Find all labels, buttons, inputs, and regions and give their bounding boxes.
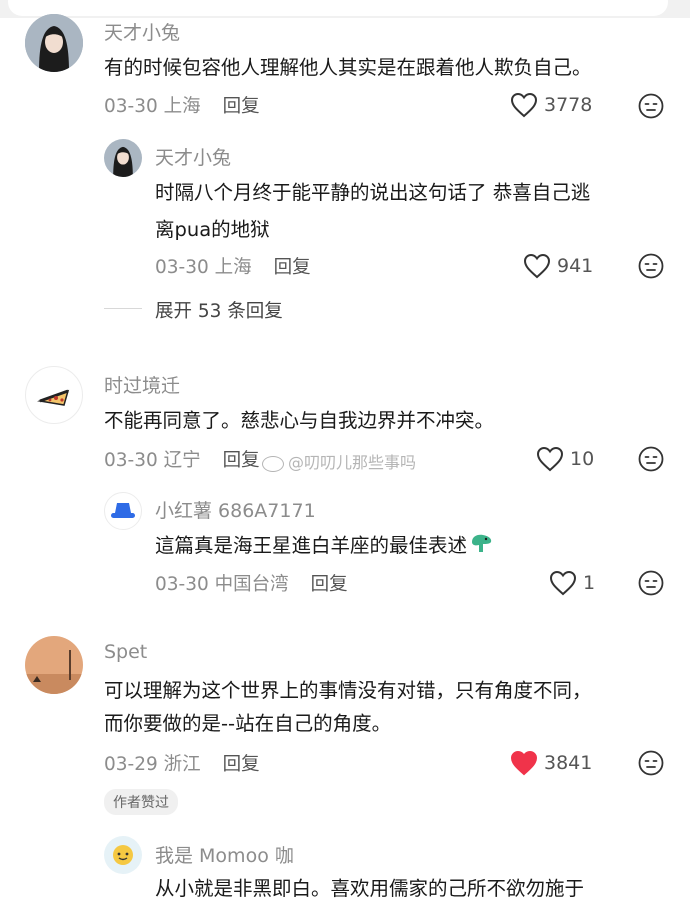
reply-text-line: 时隔八个月终于能平静的说出这句话了 恭喜自己逃 <box>155 181 591 204</box>
avatar-sunset-image <box>25 636 83 694</box>
like-button[interactable]: 941 <box>523 251 593 281</box>
heart-icon <box>510 92 538 118</box>
reply-button[interactable]: 回复 <box>223 754 260 775</box>
heart-icon <box>536 446 564 472</box>
like-button[interactable]: 3841 <box>510 748 592 778</box>
comment-date: 03-30 <box>104 96 158 117</box>
dislike-face-icon[interactable] <box>638 446 664 472</box>
heart-icon <box>549 570 577 596</box>
like-count: 1 <box>583 572 596 594</box>
dinosaur-emoji-icon <box>472 534 492 552</box>
like-count: 3841 <box>544 752 593 774</box>
comment-username[interactable]: 天才小兔 <box>104 18 180 45</box>
comment-username[interactable]: Spet <box>104 641 147 663</box>
reply-text: 這篇真是海王星進白羊座的最佳表述 <box>155 527 495 564</box>
comment-meta: 03-30 上海 回复 <box>104 92 260 118</box>
avatar[interactable] <box>104 836 142 874</box>
reply-button[interactable]: 回复 <box>223 450 260 471</box>
sheet-card <box>8 0 668 16</box>
reply-button[interactable]: 回复 <box>311 574 348 595</box>
avatar[interactable] <box>104 139 142 177</box>
heart-icon <box>523 253 551 279</box>
comment-meta: 03-29 浙江 回复 <box>104 750 260 776</box>
avatar[interactable] <box>25 366 83 424</box>
avatar-girl-image <box>104 139 142 177</box>
reply-meta: 03-30 上海 回复 <box>155 253 311 279</box>
reply-button[interactable]: 回复 <box>274 257 311 278</box>
reply-date: 03-30 <box>155 257 209 278</box>
expand-replies-button[interactable]: 展开 53 条回复 <box>155 297 283 323</box>
avatar[interactable] <box>25 14 83 72</box>
watermark: @叨叨儿那些事吗 <box>262 449 416 473</box>
avatar[interactable] <box>25 636 83 694</box>
dislike-face-icon[interactable] <box>638 253 664 279</box>
like-button[interactable]: 3778 <box>510 90 592 120</box>
comment-text-line: 而你要做的是--站在自己的角度。 <box>104 712 392 735</box>
dislike-face-icon[interactable] <box>638 93 664 119</box>
reply-button[interactable]: 回复 <box>223 96 260 117</box>
expand-divider <box>104 308 142 309</box>
pizza-icon <box>37 389 70 406</box>
comment-text-line: 可以理解为这个世界上的事情没有对错，只有角度不同， <box>104 679 592 702</box>
reply-username[interactable]: 我是 Momoo 咖 <box>155 841 294 868</box>
comment-location: 辽宁 <box>163 450 201 471</box>
author-liked-badge: 作者赞过 <box>104 789 178 815</box>
avatar-girl-image <box>25 14 83 72</box>
dislike-face-icon[interactable] <box>638 750 664 776</box>
reply-location: 中国台湾 <box>214 574 289 595</box>
dislike-face-icon[interactable] <box>638 570 664 596</box>
top-sheet-edge <box>0 0 690 18</box>
reply-meta: 03-30 中国台湾 回复 <box>155 570 348 596</box>
comment-location: 浙江 <box>163 754 201 775</box>
like-button[interactable]: 10 <box>536 444 594 474</box>
comment-date: 03-29 <box>104 754 158 775</box>
comment-username[interactable]: 时过境迁 <box>104 371 180 398</box>
reply-username[interactable]: 天才小兔 <box>155 143 231 170</box>
comment-text: 不能再同意了。慈悲心与自我边界并不冲突。 <box>104 409 495 432</box>
comment-date: 03-30 <box>104 450 158 471</box>
avatar-sun-image <box>104 836 142 874</box>
bucket-hat-icon <box>111 503 135 518</box>
comment-meta: 03-30 辽宁 回复 <box>104 446 260 472</box>
reply-location: 上海 <box>214 257 252 278</box>
like-count: 3778 <box>544 94 593 116</box>
reply-username[interactable]: 小红薯 686A7171 <box>155 496 316 523</box>
weibo-logo-icon <box>262 455 284 472</box>
reply-text-line: 离pua的地狱 <box>155 218 270 241</box>
avatar[interactable] <box>104 492 142 530</box>
watermark-text: @叨叨儿那些事吗 <box>288 453 417 472</box>
heart-filled-icon <box>510 750 538 776</box>
like-count: 10 <box>570 448 595 470</box>
comment-location: 上海 <box>163 96 201 117</box>
like-count: 941 <box>557 255 594 277</box>
reply-date: 03-30 <box>155 574 209 595</box>
reply-text-line: 从小就是非黑即白。喜欢用儒家的己所不欲勿施于 <box>155 877 585 900</box>
like-button[interactable]: 1 <box>549 568 595 598</box>
comment-text: 有的时候包容他人理解他人其实是在跟着他人欺负自己。 <box>104 56 592 79</box>
reply-text-line: 這篇真是海王星進白羊座的最佳表述 <box>155 534 468 557</box>
